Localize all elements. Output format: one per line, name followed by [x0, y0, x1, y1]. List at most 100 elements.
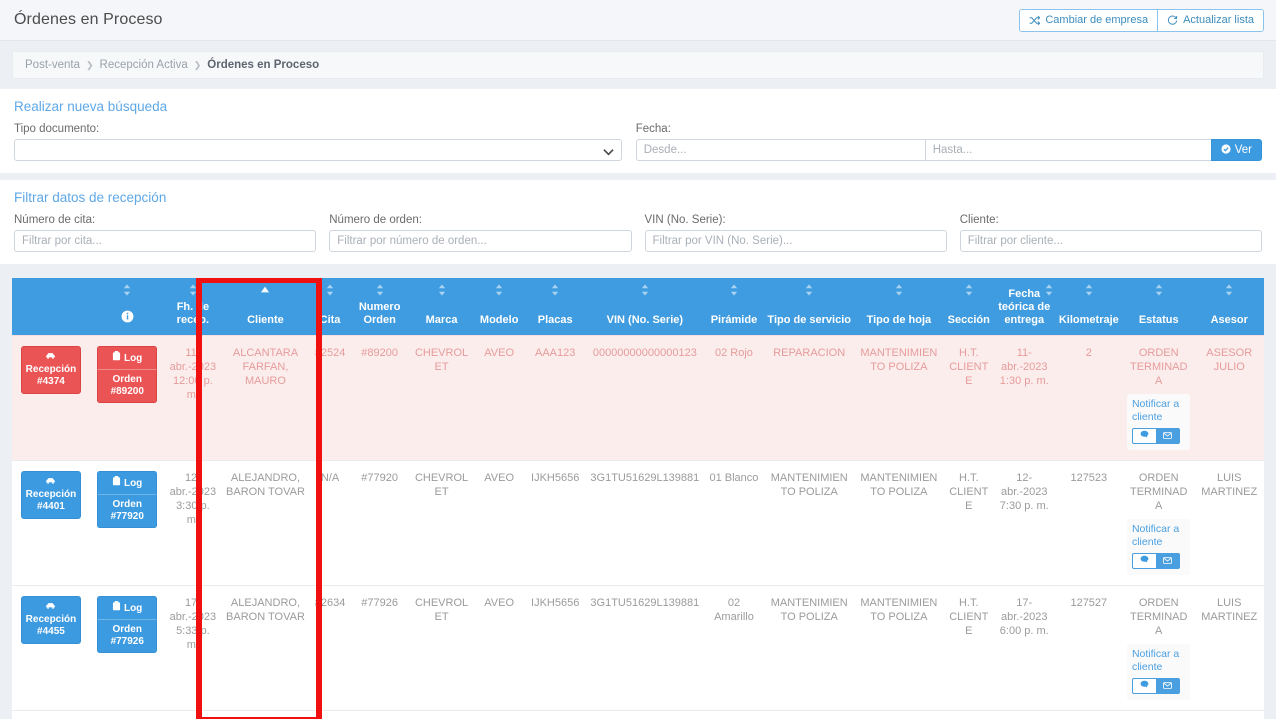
cell-tipo-hoja: MANTENIMIENTO POLIZA	[854, 460, 944, 586]
table-head: Fh. de recep. Cliente Cita Numero Orden …	[12, 278, 1264, 336]
table-header-row: Fh. de recep. Cliente Cita Numero Orden …	[12, 278, 1264, 336]
cell-fecha-recepcion: 17-abr.-2023 5:33 p. m.	[164, 585, 222, 711]
log-button[interactable]: Log	[97, 471, 158, 494]
breadcrumb-item-post-venta[interactable]: Post-venta	[25, 59, 80, 71]
cell-modelo: AVEO	[474, 585, 525, 711]
tipo-documento-select[interactable]	[14, 139, 623, 161]
fecha-desde-input[interactable]	[635, 139, 926, 161]
col-header-info[interactable]	[89, 278, 165, 336]
sort-icon	[326, 284, 334, 300]
breadcrumb-separator-icon: ❯	[85, 59, 94, 70]
breadcrumb-item-recepcion-activa[interactable]: Recepción Activa	[100, 59, 188, 71]
col-header-seccion[interactable]: Sección	[943, 278, 994, 336]
col-label: Pirámide	[710, 314, 758, 326]
cell-reception: Recepción #4374	[12, 335, 90, 461]
notify-sms-button[interactable]	[1131, 553, 1156, 569]
car-icon	[45, 352, 56, 363]
table-row[interactable]: Recepción #4401 Log Orden #77920 12-abr.-202…	[12, 460, 1264, 586]
notify-email-button[interactable]	[1155, 553, 1180, 569]
order-button[interactable]: Orden #77920	[97, 494, 158, 528]
col-header-asesor[interactable]: Asesor	[1194, 278, 1264, 336]
col-header-piramide[interactable]: Pirámide	[703, 278, 765, 336]
cliente-input[interactable]	[959, 230, 1262, 252]
numero-orden-input[interactable]	[329, 230, 632, 252]
notify-email-button[interactable]	[1155, 678, 1180, 694]
cell-seccion: H.T. CLIENTE	[943, 335, 994, 461]
cell-cliente: ALCANTARA FARFAN, MAURO	[221, 335, 310, 461]
search-panel-title: Realizar nueva búsqueda	[14, 99, 168, 114]
notify-sms-button[interactable]	[1131, 428, 1156, 444]
chat-icon	[1140, 679, 1149, 693]
reception-number: #4455	[37, 626, 65, 637]
log-label: Log	[123, 603, 143, 614]
fecha-hasta-input[interactable]	[925, 139, 1212, 161]
cell-asesor: LUIS MARTINEZ	[1194, 460, 1264, 586]
numero-cita-label: Número de cita:	[14, 214, 96, 226]
col-label: Asesor	[1210, 314, 1248, 326]
cambiar-empresa-button[interactable]: Cambiar de empresa	[1020, 10, 1158, 31]
col-header-modelo[interactable]: Modelo	[474, 278, 525, 336]
tipo-documento-select-wrap	[14, 139, 623, 161]
order-button[interactable]: Orden #89200	[97, 369, 158, 403]
col-header-placas[interactable]: Placas	[524, 278, 587, 336]
orders-table-container[interactable]: Fh. de recep. Cliente Cita Numero Orden …	[12, 278, 1264, 719]
order-action-group[interactable]: Log Orden #77920	[97, 471, 158, 528]
col-header-tipo-hoja[interactable]: Tipo de hoja	[854, 278, 944, 336]
table-row[interactable]: Recepción#4454OrdenSin Emitir17-abr.-202…	[12, 710, 1264, 719]
col-header-estatus[interactable]: Estatus	[1122, 278, 1195, 336]
col-header-vin[interactable]: VIN (No. Serie)	[586, 278, 704, 336]
col-header-tipo-servicio[interactable]: Tipo de servicio	[764, 278, 855, 336]
sort-icon	[438, 284, 446, 300]
sort-icon	[895, 284, 903, 300]
check-circle-icon	[1221, 143, 1231, 157]
reception-button[interactable]: Recepción #4401	[20, 471, 81, 519]
notify-client-label: Notificar a cliente	[1131, 648, 1180, 673]
cell-kilometraje: 2	[1054, 335, 1123, 461]
notify-client-box: Notificar a cliente	[1126, 644, 1191, 700]
table-row[interactable]: Recepción #4374 Log Orden #89200 11-abr.-202…	[12, 335, 1264, 461]
ver-button[interactable]: Ver	[1210, 139, 1262, 161]
cell-marca: CHEVROLET	[409, 710, 475, 719]
chat-icon	[1140, 554, 1149, 568]
cell-tipo-servicio: MANTENIMIENTO POLIZA	[764, 710, 855, 719]
notify-client-box: Notificar a cliente	[1126, 394, 1191, 450]
cambiar-empresa-label: Cambiar de empresa	[1045, 14, 1149, 26]
col-header-kilometraje[interactable]: Kilometraje	[1054, 278, 1123, 336]
notify-client-label: Notificar a cliente	[1131, 398, 1180, 423]
filter-panel-title: Filtrar datos de recepción	[14, 190, 167, 205]
col-header-cita[interactable]: Cita	[309, 278, 351, 336]
cell-numero-orden: Sin Emitir	[350, 710, 409, 719]
fecha-label: Fecha:	[635, 123, 671, 135]
col-header-numero-orden[interactable]: Numero Orden	[350, 278, 409, 336]
cliente-label: Cliente:	[959, 214, 999, 226]
log-button[interactable]: Log	[97, 346, 158, 369]
cell-numero-orden: #89200	[350, 335, 409, 461]
col-header-marca[interactable]: Marca	[409, 278, 475, 336]
col-header-fecha-recepcion[interactable]: Fh. de recep.	[164, 278, 222, 336]
reception-button[interactable]: Recepción #4374	[20, 346, 81, 394]
numero-cita-input[interactable]	[14, 230, 317, 252]
col-label: Sección	[947, 314, 990, 326]
order-action-group[interactable]: Log Orden #89200	[97, 346, 158, 403]
reception-button[interactable]: Recepción #4455	[20, 596, 81, 644]
log-button[interactable]: Log	[97, 596, 158, 619]
order-action-group[interactable]: Log Orden #77926	[97, 596, 158, 653]
app-page: Órdenes en Proceso Cambiar de empresa Ac…	[0, 0, 1276, 719]
order-button[interactable]: Orden #77926	[97, 619, 158, 653]
sort-icon	[123, 284, 131, 300]
vin-input[interactable]	[644, 230, 947, 252]
col-header-cliente[interactable]: Cliente	[221, 278, 310, 336]
actualizar-lista-label: Actualizar lista	[1183, 14, 1254, 26]
cell-order-actions: Log Orden #89200	[89, 335, 165, 461]
notify-sms-button[interactable]	[1131, 678, 1156, 694]
notify-email-button[interactable]	[1155, 428, 1180, 444]
cell-estatus: ORDEN TERMINADA Notificar a cliente	[1122, 335, 1195, 461]
cell-order-actions: OrdenSin Emitir	[89, 710, 165, 719]
col-header-fecha-teorica-entrega[interactable]: Fecha teórica de entrega	[993, 278, 1055, 336]
table-row[interactable]: Recepción #4455 Log Orden #77926 17-abr.-202…	[12, 585, 1264, 711]
col-label: Fh. de recep.	[176, 301, 210, 326]
vin-label: VIN (No. Serie):	[644, 214, 726, 226]
sort-icon	[495, 284, 503, 300]
actualizar-lista-button[interactable]: Actualizar lista	[1157, 10, 1263, 31]
cell-modelo: AVEO	[474, 460, 525, 586]
